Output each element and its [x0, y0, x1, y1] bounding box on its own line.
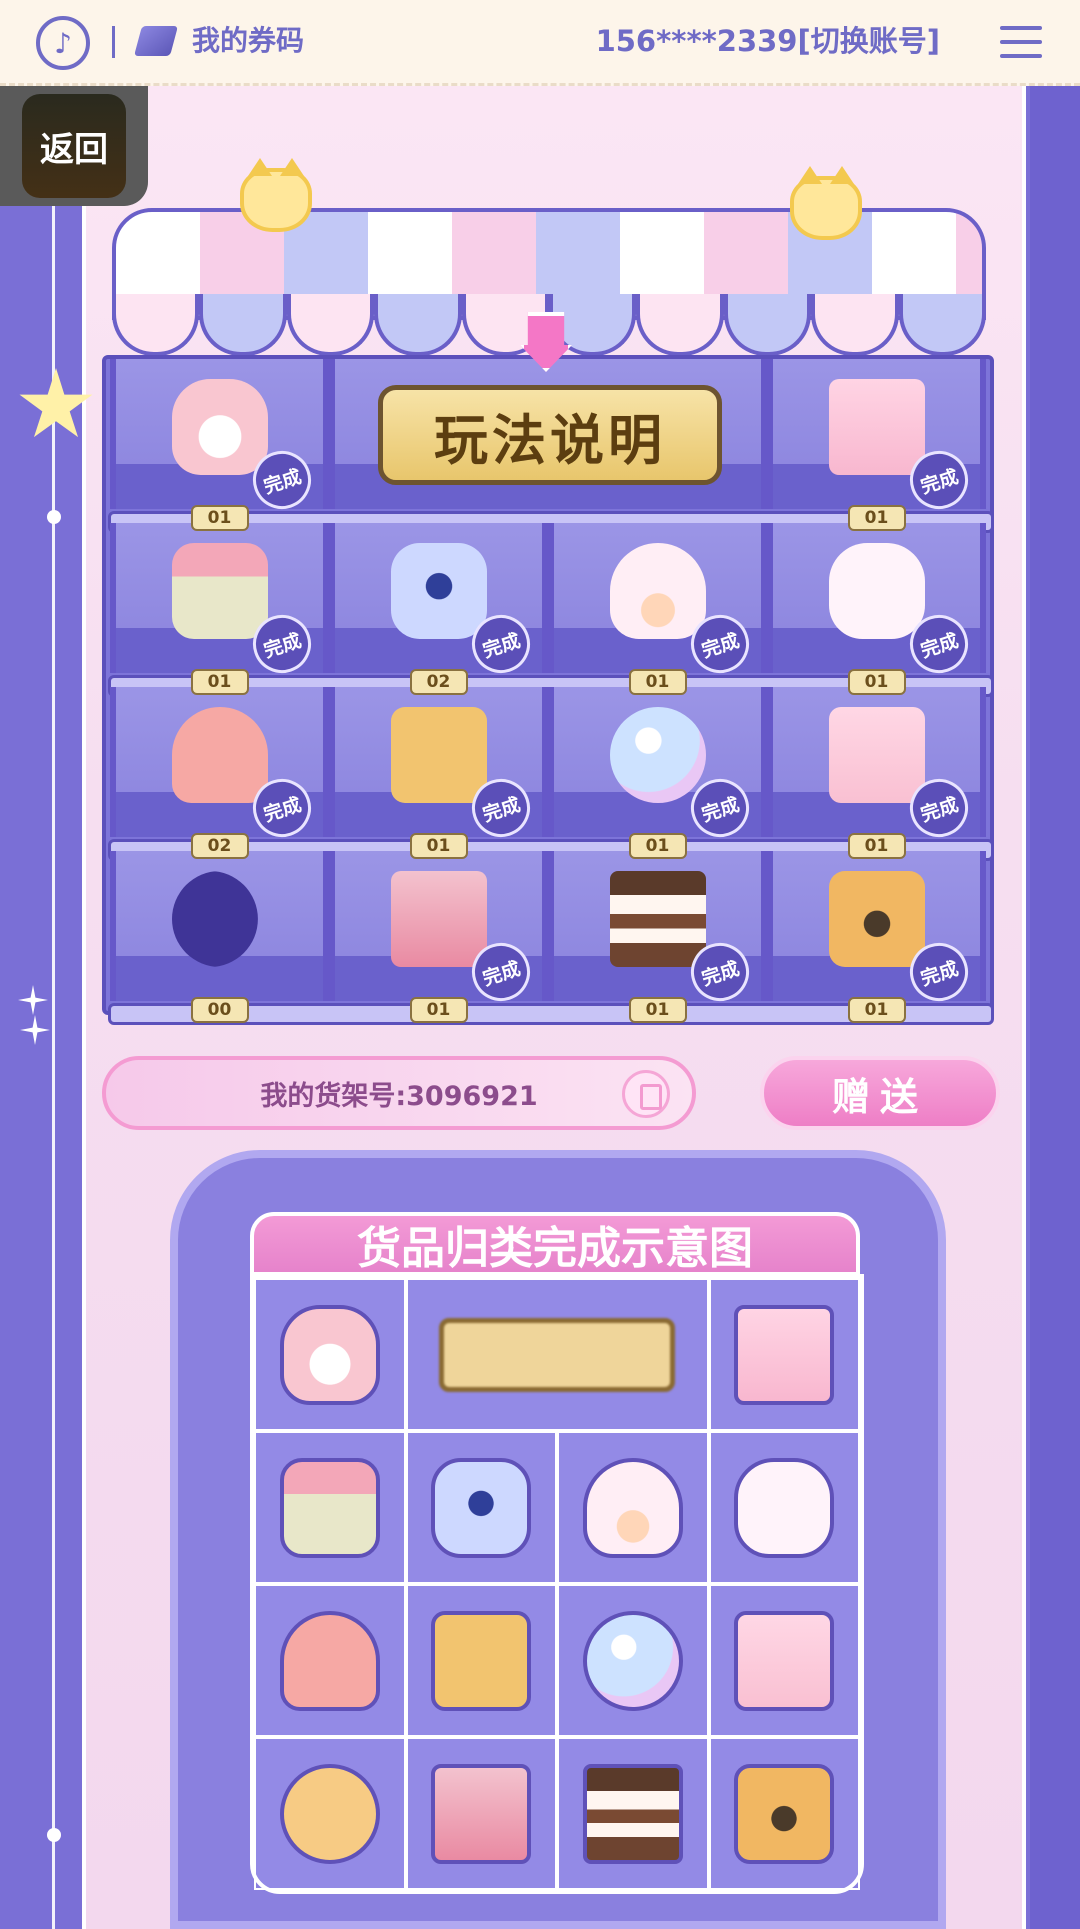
count-tag: 01 — [847, 833, 906, 859]
shelf-slot-flower-basket[interactable]: 完成 01 — [110, 523, 329, 695]
count-tag: 01 — [628, 833, 687, 859]
perfume-bottle-icon — [431, 1457, 532, 1558]
shelf-id-bar: 我的货架号:3096921 — [102, 1056, 696, 1130]
count-tag: 01 — [628, 669, 687, 695]
cat-hat-icon — [171, 707, 268, 803]
backpack-icon — [279, 1304, 380, 1405]
count-tag: 01 — [409, 833, 468, 859]
eyeshadow-palette-icon — [390, 871, 487, 967]
copy-icon[interactable] — [622, 1070, 670, 1118]
bunny-mug-icon — [828, 543, 925, 639]
demo-cell — [557, 1431, 709, 1584]
demo-cell — [405, 1584, 557, 1737]
shelf-slot-mug[interactable]: 完成 01 — [767, 523, 986, 695]
count-tag: 00 — [190, 997, 249, 1023]
left-rail — [52, 86, 55, 1929]
eyeshadow-palette-icon — [431, 1763, 532, 1864]
back-button-label: 返回 — [22, 94, 126, 198]
shell-ring-icon — [609, 543, 706, 639]
count-tag: 02 — [190, 833, 249, 859]
gift-button[interactable]: 赠送 — [760, 1056, 1000, 1130]
sparkle-icon — [20, 1015, 50, 1045]
hamburger-menu-icon[interactable] — [1000, 26, 1042, 58]
flower-basket-icon — [171, 543, 268, 639]
sparkle-icon — [18, 985, 48, 1015]
milk-carton-icon — [734, 1610, 835, 1711]
photo-album-icon — [734, 1304, 835, 1405]
crystal-ball-icon — [609, 707, 706, 803]
shelf-slot-cake[interactable]: 完成 01 — [548, 851, 767, 1023]
shelf-slot-shell[interactable]: 完成 01 — [548, 523, 767, 695]
cat-mascot-icon — [790, 166, 862, 240]
count-tag: 01 — [847, 505, 906, 531]
count-tag: 01 — [409, 997, 468, 1023]
music-note-icon[interactable]: ♪ — [36, 16, 90, 70]
demo-cell — [557, 1584, 709, 1737]
demo-cell — [557, 1737, 709, 1890]
count-tag: 01 — [628, 997, 687, 1023]
demo-cell — [708, 1737, 860, 1890]
page-title: 我的券码 — [192, 24, 305, 57]
shelf-slot-moon[interactable]: 00 — [110, 851, 329, 1023]
demo-cell — [708, 1278, 860, 1431]
demo-cell — [405, 1431, 557, 1584]
backpack-icon — [171, 379, 268, 475]
cat-hat-icon — [279, 1610, 380, 1711]
chocolate-cake-icon — [609, 871, 706, 967]
switch-account-link[interactable]: 156****2339[切换账号] — [596, 20, 940, 62]
divider — [112, 26, 115, 58]
shelf-slot-crystal-ball[interactable]: 完成 01 — [548, 687, 767, 859]
demo-cell — [254, 1431, 406, 1584]
right-decoration — [1030, 86, 1080, 1929]
suitcase-icon — [390, 707, 487, 803]
shelf-row: 完成 01 完成 02 完成 01 完成 01 — [108, 523, 994, 697]
perfume-bottle-icon — [390, 543, 487, 639]
camera-icon — [828, 871, 925, 967]
back-button[interactable]: 返回 — [0, 86, 148, 206]
cat-mascot-icon — [240, 158, 312, 232]
count-tag: 01 — [847, 669, 906, 695]
demo-cell — [405, 1737, 557, 1890]
demo-title: 货品归类完成示意图 — [250, 1212, 860, 1276]
shelf-slot-backpack[interactable]: 完成 01 — [110, 359, 329, 531]
shelf-slot-photo-album[interactable]: 完成 01 — [767, 359, 986, 531]
moon-icon — [279, 1763, 380, 1864]
ticket-icon — [133, 26, 179, 56]
demo-cell — [254, 1737, 406, 1890]
demo-cell — [254, 1278, 406, 1431]
rail-dot — [47, 510, 61, 524]
demo-cell — [708, 1584, 860, 1737]
shelf-slot-hat[interactable]: 完成 02 — [110, 687, 329, 859]
suitcase-icon — [431, 1610, 532, 1711]
rail-dot — [47, 1828, 61, 1842]
demo-cell — [254, 1584, 406, 1737]
shelf-slot-suitcase[interactable]: 完成 01 — [329, 687, 548, 859]
howto-button[interactable]: 玩法说明 — [378, 385, 722, 485]
shell-ring-icon — [582, 1457, 683, 1558]
blurred-plaque-icon — [439, 1317, 675, 1392]
chocolate-cake-icon — [582, 1763, 683, 1864]
moon-silhouette-icon — [171, 871, 258, 967]
photo-album-icon — [828, 379, 925, 475]
demo-cell — [405, 1278, 709, 1431]
count-tag: 01 — [847, 997, 906, 1023]
milk-carton-icon — [828, 707, 925, 803]
crystal-ball-icon — [582, 1610, 683, 1711]
demo-grid — [250, 1274, 864, 1894]
count-tag: 01 — [190, 505, 249, 531]
count-tag: 01 — [190, 669, 249, 695]
shelf-row: 完成 02 完成 01 完成 01 完成 01 — [108, 687, 994, 861]
shelf-slot-palette[interactable]: 完成 01 — [329, 851, 548, 1023]
top-bar: ♪ 我的券码 156****2339[切换账号] — [0, 0, 1080, 86]
flower-basket-icon — [279, 1457, 380, 1558]
shelf-id-label: 我的货架号:3096921 — [260, 1080, 538, 1112]
bunny-mug-icon — [734, 1457, 835, 1558]
demo-cell — [708, 1431, 860, 1584]
shelf-slot-camera[interactable]: 完成 01 — [767, 851, 986, 1023]
count-tag: 02 — [409, 669, 468, 695]
camera-icon — [734, 1763, 835, 1864]
shelf-row: 00 完成 01 完成 01 完成 01 — [108, 851, 994, 1025]
shelf-slot-milk[interactable]: 完成 01 — [767, 687, 986, 859]
shelf-slot-perfume[interactable]: 完成 02 — [329, 523, 548, 695]
